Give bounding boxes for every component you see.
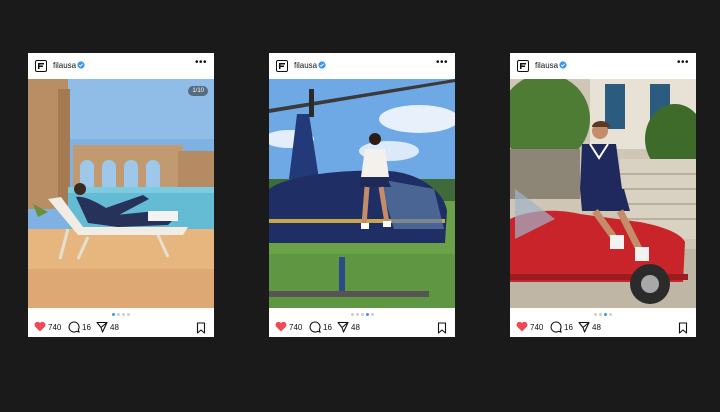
post-photo[interactable] xyxy=(510,79,696,308)
carousel-dot xyxy=(604,313,607,316)
action-bar: 740 16 48 xyxy=(516,321,690,335)
carousel-dots xyxy=(269,313,455,317)
carousel-dot xyxy=(112,313,115,316)
carousel-dot xyxy=(365,313,369,316)
carousel-dot xyxy=(594,313,597,316)
send-icon xyxy=(578,321,590,333)
share-count: 48 xyxy=(351,323,360,332)
heart-icon xyxy=(516,321,528,332)
send-icon xyxy=(337,321,349,333)
carousel-dot xyxy=(599,313,602,316)
username[interactable]: filausa xyxy=(535,61,558,70)
comment-count: 16 xyxy=(323,323,332,332)
save-button[interactable] xyxy=(196,321,206,339)
like-count: 740 xyxy=(530,323,544,332)
username[interactable]: filausa xyxy=(53,61,76,70)
post-photo[interactable] xyxy=(269,79,455,308)
bookmark-icon xyxy=(437,322,447,334)
verified-badge-icon xyxy=(559,61,567,69)
more-icon[interactable]: ••• xyxy=(436,57,448,68)
save-button[interactable] xyxy=(678,321,688,339)
post-header: filausa ••• xyxy=(510,53,696,79)
bookmark-icon xyxy=(196,322,206,334)
avatar[interactable] xyxy=(517,60,529,72)
like-count: 740 xyxy=(289,323,303,332)
carousel-dots xyxy=(28,313,214,317)
verified-badge-icon xyxy=(77,61,85,69)
heart-icon xyxy=(34,321,46,332)
username[interactable]: filausa xyxy=(294,61,317,70)
carousel-dot xyxy=(355,313,359,316)
bookmark-icon xyxy=(678,322,688,334)
comment-icon xyxy=(309,321,321,333)
send-icon xyxy=(96,321,108,333)
post-header: filausa ••• xyxy=(269,53,455,79)
carousel-dot xyxy=(117,313,120,316)
more-icon[interactable]: ••• xyxy=(195,57,207,68)
carousel-dot xyxy=(122,313,125,316)
more-icon[interactable]: ••• xyxy=(677,57,689,68)
share-count: 48 xyxy=(592,323,601,332)
avatar[interactable] xyxy=(35,60,47,72)
save-button[interactable] xyxy=(437,321,447,339)
comment-count: 16 xyxy=(564,323,573,332)
avatar[interactable] xyxy=(276,60,288,72)
action-bar: 740 16 48 xyxy=(275,321,449,335)
post-card-2: filausa ••• 740 16 48 xyxy=(269,53,455,337)
share-count: 48 xyxy=(110,323,119,332)
comment-icon xyxy=(68,321,80,333)
carousel-dots xyxy=(510,313,696,317)
carousel-dot xyxy=(360,313,364,316)
comment-icon xyxy=(550,321,562,333)
comment-count: 16 xyxy=(82,323,91,332)
heart-icon xyxy=(275,321,287,332)
like-count: 740 xyxy=(48,323,62,332)
post-photo[interactable]: 1/10 xyxy=(28,79,214,308)
post-card-1: filausa ••• 1/10 740 16 48 xyxy=(28,53,214,337)
carousel-dot xyxy=(609,313,612,316)
image-counter: 1/10 xyxy=(188,86,208,96)
carousel-dot xyxy=(370,313,374,316)
action-bar: 740 16 48 xyxy=(34,321,208,335)
post-card-3: filausa ••• 740 16 48 xyxy=(510,53,696,337)
verified-badge-icon xyxy=(318,61,326,69)
carousel-dot xyxy=(350,313,354,316)
carousel-dot xyxy=(127,313,130,316)
post-header: filausa ••• xyxy=(28,53,214,79)
